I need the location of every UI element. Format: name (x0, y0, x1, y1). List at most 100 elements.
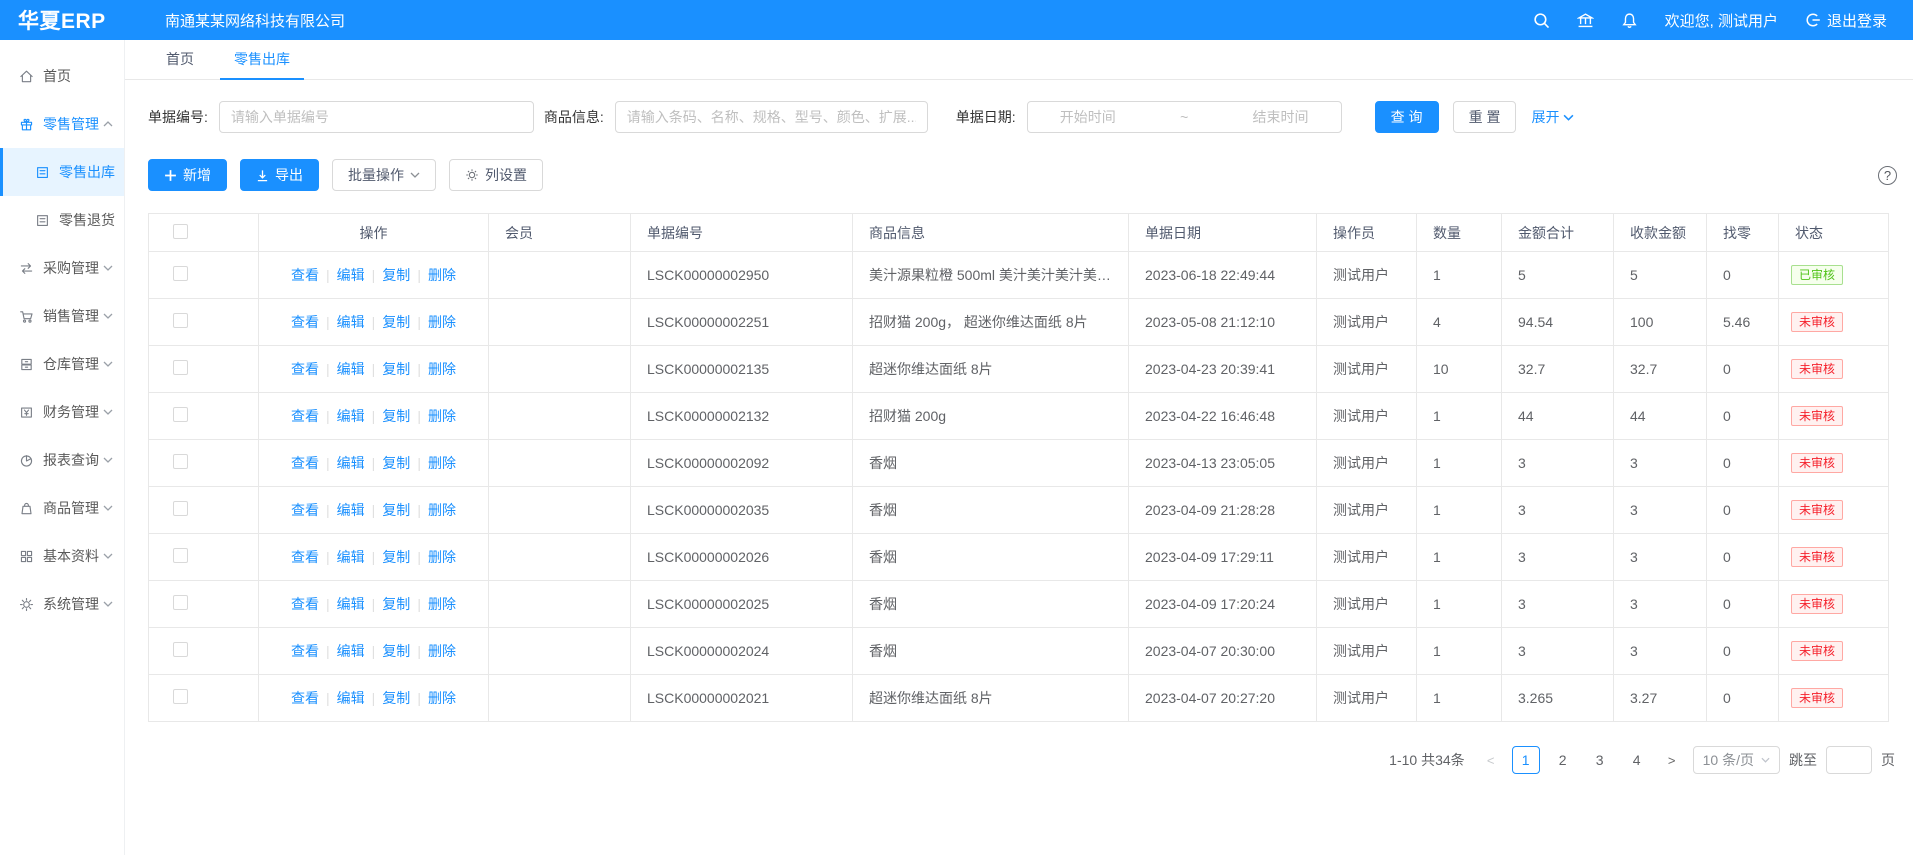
edit-link[interactable]: 编辑 (337, 408, 365, 424)
next-page-button[interactable]: > (1660, 753, 1684, 768)
search-icon[interactable] (1533, 12, 1550, 29)
row-checkbox[interactable] (173, 407, 188, 422)
edit-link[interactable]: 编辑 (337, 690, 365, 706)
row-checkbox[interactable] (173, 454, 188, 469)
row-checkbox[interactable] (173, 360, 188, 375)
sidebar-item-retail-out[interactable]: 零售出库 (0, 148, 124, 196)
copy-link[interactable]: 复制 (382, 549, 410, 565)
edit-link[interactable]: 编辑 (337, 643, 365, 659)
sidebar-item-finance[interactable]: 财务管理 (0, 388, 124, 436)
row-checkbox[interactable] (173, 595, 188, 610)
page-button-4[interactable]: 4 (1623, 746, 1651, 774)
edit-link[interactable]: 编辑 (337, 455, 365, 471)
delete-link[interactable]: 删除 (428, 455, 456, 471)
received-cell: 3 (1614, 487, 1707, 534)
copy-link[interactable]: 复制 (382, 690, 410, 706)
search-button[interactable]: 查 询 (1375, 101, 1439, 133)
view-link[interactable]: 查看 (291, 549, 319, 565)
platform-icon[interactable] (1577, 12, 1594, 29)
delete-link[interactable]: 删除 (428, 502, 456, 518)
reset-button[interactable]: 重 置 (1453, 101, 1517, 133)
row-checkbox[interactable] (173, 689, 188, 704)
expand-link[interactable]: 展开 (1531, 107, 1574, 127)
edit-link[interactable]: 编辑 (337, 267, 365, 283)
delete-link[interactable]: 删除 (428, 643, 456, 659)
view-link[interactable]: 查看 (291, 314, 319, 330)
toolbar: 新增 导出 批量操作 列设置 ? (148, 159, 1897, 191)
delete-link[interactable]: 删除 (428, 361, 456, 377)
delete-link[interactable]: 删除 (428, 408, 456, 424)
copy-link[interactable]: 复制 (382, 643, 410, 659)
delete-link[interactable]: 删除 (428, 690, 456, 706)
tab-home[interactable]: 首页 (146, 40, 214, 79)
copy-link[interactable]: 复制 (382, 455, 410, 471)
select-all-checkbox[interactable] (173, 224, 188, 239)
sidebar-item-goods[interactable]: 商品管理 (0, 484, 124, 532)
copy-link[interactable]: 复制 (382, 596, 410, 612)
view-link[interactable]: 查看 (291, 408, 319, 424)
delete-link[interactable]: 删除 (428, 596, 456, 612)
page-button-2[interactable]: 2 (1549, 746, 1577, 774)
copy-link[interactable]: 复制 (382, 408, 410, 424)
column-header: 找零 (1707, 214, 1779, 252)
add-button[interactable]: 新增 (148, 159, 227, 191)
batch-operation-button[interactable]: 批量操作 (332, 159, 436, 191)
sidebar-item-warehouse[interactable]: 仓库管理 (0, 340, 124, 388)
column-header: 金额合计 (1502, 214, 1614, 252)
page-button-3[interactable]: 3 (1586, 746, 1614, 774)
sidebar-item-sale[interactable]: 销售管理 (0, 292, 124, 340)
view-link[interactable]: 查看 (291, 643, 319, 659)
bill-no-input[interactable] (219, 101, 534, 133)
retail-outbound-table: 操作会员单据编号商品信息单据日期操作员数量金额合计收款金额找零状态 查看|编辑|… (148, 213, 1897, 722)
column-settings-button[interactable]: 列设置 (449, 159, 543, 191)
delete-link[interactable]: 删除 (428, 314, 456, 330)
view-link[interactable]: 查看 (291, 596, 319, 612)
page-size-select[interactable]: 10 条/页 (1693, 746, 1780, 774)
edit-link[interactable]: 编辑 (337, 549, 365, 565)
delete-link[interactable]: 删除 (428, 549, 456, 565)
finance-icon (19, 405, 34, 420)
sidebar-item-report[interactable]: 报表查询 (0, 436, 124, 484)
row-checkbox[interactable] (173, 313, 188, 328)
view-link[interactable]: 查看 (291, 455, 319, 471)
sidebar-item-system[interactable]: 系统管理 (0, 580, 124, 628)
row-checkbox[interactable] (173, 501, 188, 516)
date-range-picker[interactable]: 开始时间 ~ 结束时间 (1027, 101, 1342, 133)
edit-link[interactable]: 编辑 (337, 314, 365, 330)
goods-info-input[interactable] (615, 101, 928, 133)
copy-link[interactable]: 复制 (382, 314, 410, 330)
edit-link[interactable]: 编辑 (337, 361, 365, 377)
sidebar-item-home[interactable]: 首页 (0, 52, 124, 100)
row-checkbox[interactable] (173, 266, 188, 281)
sidebar-item-purchase[interactable]: 采购管理 (0, 244, 124, 292)
app-logo[interactable]: 华夏ERP (0, 5, 125, 35)
jump-page-input[interactable] (1826, 746, 1872, 774)
delete-link[interactable]: 删除 (428, 267, 456, 283)
page-button-1[interactable]: 1 (1512, 746, 1540, 774)
sidebar-item-retail-return[interactable]: 零售退货 (0, 196, 124, 244)
sidebar-item-retail[interactable]: 零售管理 (0, 100, 124, 148)
view-link[interactable]: 查看 (291, 267, 319, 283)
view-link[interactable]: 查看 (291, 690, 319, 706)
edit-link[interactable]: 编辑 (337, 596, 365, 612)
export-button[interactable]: 导出 (240, 159, 319, 191)
sidebar-item-basic[interactable]: 基本资料 (0, 532, 124, 580)
tab-retail-out[interactable]: 零售出库 (214, 40, 310, 79)
help-icon[interactable]: ? (1878, 166, 1897, 185)
topbar-actions: 欢迎您, 测试用户 退出登录 (1533, 10, 1913, 31)
copy-link[interactable]: 复制 (382, 502, 410, 518)
view-link[interactable]: 查看 (291, 502, 319, 518)
row-checkbox[interactable] (173, 548, 188, 563)
date-start-placeholder: 开始时间 (1060, 107, 1116, 127)
goods-cell: 香烟 (853, 534, 1129, 581)
bell-icon[interactable] (1621, 12, 1638, 29)
copy-link[interactable]: 复制 (382, 267, 410, 283)
view-link[interactable]: 查看 (291, 361, 319, 377)
received-cell: 44 (1614, 393, 1707, 440)
row-checkbox[interactable] (173, 642, 188, 657)
status-cell: 未审核 (1779, 534, 1889, 581)
prev-page-button[interactable]: < (1479, 753, 1503, 768)
edit-link[interactable]: 编辑 (337, 502, 365, 518)
logout-button[interactable]: 退出登录 (1805, 10, 1887, 31)
copy-link[interactable]: 复制 (382, 361, 410, 377)
